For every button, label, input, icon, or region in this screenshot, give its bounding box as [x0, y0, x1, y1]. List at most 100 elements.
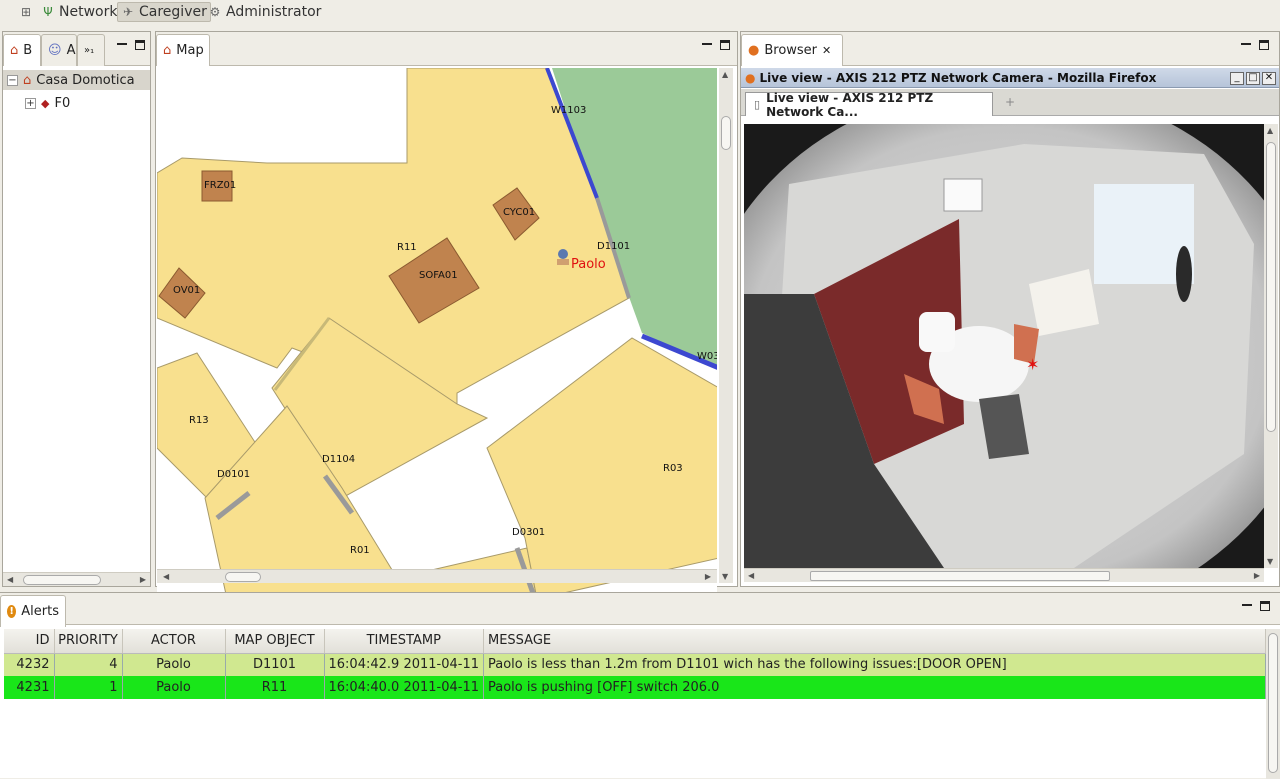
tab-alerts[interactable]: ! Alerts	[0, 595, 66, 627]
map-label-d0301: D0301	[512, 527, 545, 538]
alerts-vertical-scrollbar[interactable]	[1266, 629, 1280, 779]
tab-actors-label: A	[66, 43, 76, 58]
firefox-tab[interactable]: ▯ Live view - AXIS 212 PTZ Network Ca...	[745, 90, 993, 119]
map-label-frz01: FRZ01	[204, 180, 236, 191]
table-row[interactable]: 4232 4 Paolo D1101 2011-04-11 16:04:42.9…	[4, 653, 1266, 676]
cell-message: Paolo is pushing [OFF] switch 206.0	[483, 676, 1266, 699]
minimize-icon[interactable]	[1242, 601, 1252, 611]
cell-timestamp: 2011-04-11 16:04:42.9	[324, 653, 484, 676]
column-header-priority[interactable]: PRIORITY	[54, 629, 123, 654]
minimize-icon[interactable]	[1241, 40, 1251, 50]
close-icon[interactable]: ✕	[822, 44, 831, 57]
map-label-w03: W03	[697, 351, 717, 362]
floor-map[interactable]: W1103 FRZ01 CYC01 D1101 R11 SOFA01 Paolo…	[157, 68, 717, 599]
tab-map-label: Map	[176, 43, 204, 58]
minimize-icon[interactable]	[117, 40, 127, 50]
perspective-caregiver[interactable]: ✈ Caregiver	[117, 2, 211, 22]
firefox-window-title: Live view - AXIS 212 PTZ Network Camera …	[759, 70, 1157, 85]
map-tabbar: ⌂ Map	[156, 32, 737, 66]
users-icon: ☺	[48, 43, 62, 58]
column-header-actor[interactable]: ACTOR	[122, 629, 226, 654]
svg-text:✶: ✶	[1026, 355, 1039, 374]
horizontal-scrollbar[interactable]: ◀ ▶	[3, 572, 150, 586]
table-row[interactable]: 4231 1 Paolo R11 2011-04-11 16:04:40.0 P…	[4, 676, 1266, 699]
caregiver-icon: ✈	[122, 5, 134, 19]
tree-item-casa-domotica[interactable]: − ⌂ Casa Domotica	[3, 70, 150, 90]
open-perspective-icon: ⊞	[20, 5, 32, 19]
map-label-ov01: OV01	[173, 285, 200, 296]
tab-overflow[interactable]: »₁	[77, 34, 105, 66]
collapse-icon[interactable]: −	[7, 74, 18, 86]
open-perspective-button[interactable]: ⊞	[16, 2, 36, 22]
perspective-network[interactable]: Ψ Network	[38, 2, 120, 22]
map-label-d0101: D0101	[217, 469, 250, 480]
tree-item-label: F0	[54, 95, 71, 111]
house-icon: ⌂	[23, 72, 32, 88]
house-icon: ⌂	[10, 43, 19, 58]
tab-browser[interactable]: ● Browser ✕	[741, 34, 843, 66]
map-panel: ⌂ Map W1103 FRZ01 CYC01 D1101 R11 SOFA01…	[155, 31, 738, 599]
browser-tabbar: ● Browser ✕	[741, 32, 1279, 66]
room-r11[interactable]	[157, 68, 630, 405]
cell-message: Paolo is less than 1.2m from D1101 wich …	[483, 653, 1266, 676]
overflow-icon: »₁	[84, 45, 95, 56]
column-header-message[interactable]: MESSAGE	[483, 629, 1266, 654]
alerts-header-row: ID PRIORITY ACTOR MAP OBJECT TIMESTAMP M…	[4, 629, 1266, 654]
map-label-paolo[interactable]: Paolo	[571, 257, 606, 272]
maximize-icon[interactable]	[1259, 40, 1269, 50]
firefox-titlebar: ● Live view - AXIS 212 PTZ Network Camer…	[741, 68, 1279, 88]
map-horizontal-scrollbar[interactable]: ◀ ▶	[157, 569, 717, 583]
gear-icon: ⚙	[209, 5, 221, 19]
camera-vertical-scrollbar[interactable]: ▲ ▼	[1264, 124, 1278, 568]
firefox-tabstrip: ▯ Live view - AXIS 212 PTZ Network Ca...…	[741, 89, 1279, 119]
cell-id: 4232	[4, 653, 55, 676]
cell-priority: 4	[54, 653, 123, 676]
camera-live-view[interactable]: ✶	[744, 124, 1264, 568]
map-vertical-scrollbar[interactable]: ▲ ▼	[719, 68, 733, 583]
column-header-id[interactable]: ID	[4, 629, 55, 654]
tab-buildings[interactable]: ⌂ B	[3, 34, 41, 66]
cell-map-object: R11	[225, 676, 325, 699]
window-minimize-button[interactable]: _	[1230, 72, 1244, 85]
column-header-timestamp[interactable]: TIMESTAMP	[324, 629, 484, 654]
firefox-icon: ●	[745, 70, 756, 85]
map-label-r11: R11	[397, 242, 417, 253]
tree-item-label: Casa Domotica	[36, 72, 135, 88]
map-label-r13: R13	[189, 415, 209, 426]
map-label-w1103: W1103	[551, 105, 586, 116]
map-label-sofa01: SOFA01	[419, 270, 458, 281]
tab-actors[interactable]: ☺ A	[41, 34, 77, 66]
page-icon: ▯	[754, 98, 761, 111]
floor-icon: ◆	[41, 96, 50, 110]
tab-browser-label: Browser	[764, 43, 818, 58]
firefox-tab-label: Live view - AXIS 212 PTZ Network Ca...	[766, 90, 934, 119]
alerts-panel: ! Alerts ID PRIORITY ACTOR MAP OBJECT TI…	[0, 592, 1280, 779]
tree-item-f0[interactable]: + ◆ F0	[25, 94, 70, 112]
map-icon: ⌂	[163, 43, 172, 58]
map-label-r03: R03	[663, 463, 683, 474]
perspective-administrator-label: Administrator	[226, 4, 322, 20]
new-tab-button[interactable]: +	[997, 95, 1023, 113]
browser-panel: ● Browser ✕ ● Live view - AXIS 212 PTZ N…	[740, 31, 1280, 587]
map-label-d1104: D1104	[322, 454, 355, 465]
alerts-table: ID PRIORITY ACTOR MAP OBJECT TIMESTAMP M…	[4, 629, 1266, 699]
camera-image: ✶	[744, 124, 1264, 568]
cell-actor: Paolo	[122, 653, 226, 676]
perspective-toolbar: ⊞ Ψ Network ✈ Caregiver ⚙ Administrator	[0, 0, 1280, 26]
minimize-icon[interactable]	[702, 40, 712, 50]
maximize-icon[interactable]	[135, 40, 145, 50]
buildings-tabbar: ⌂ B ☺ A »₁	[3, 32, 150, 66]
camera-horizontal-scrollbar[interactable]: ◀ ▶	[744, 568, 1264, 582]
cell-priority: 1	[54, 676, 123, 699]
maximize-icon[interactable]	[720, 40, 730, 50]
column-header-map-object[interactable]: MAP OBJECT	[225, 629, 325, 654]
expand-icon[interactable]: +	[25, 97, 36, 109]
tab-map[interactable]: ⌂ Map	[156, 34, 210, 66]
perspective-administrator[interactable]: ⚙ Administrator	[205, 2, 324, 22]
map-label-cyc01: CYC01	[503, 207, 535, 218]
window-close-button[interactable]: ✕	[1262, 72, 1276, 85]
maximize-icon[interactable]	[1260, 601, 1270, 611]
buildings-panel: ⌂ B ☺ A »₁ − ⌂ Casa Domotica + ◆ F0 ◀ ▶	[2, 31, 151, 587]
window-maximize-button[interactable]: □	[1246, 72, 1260, 85]
firefox-icon: ●	[748, 43, 760, 58]
